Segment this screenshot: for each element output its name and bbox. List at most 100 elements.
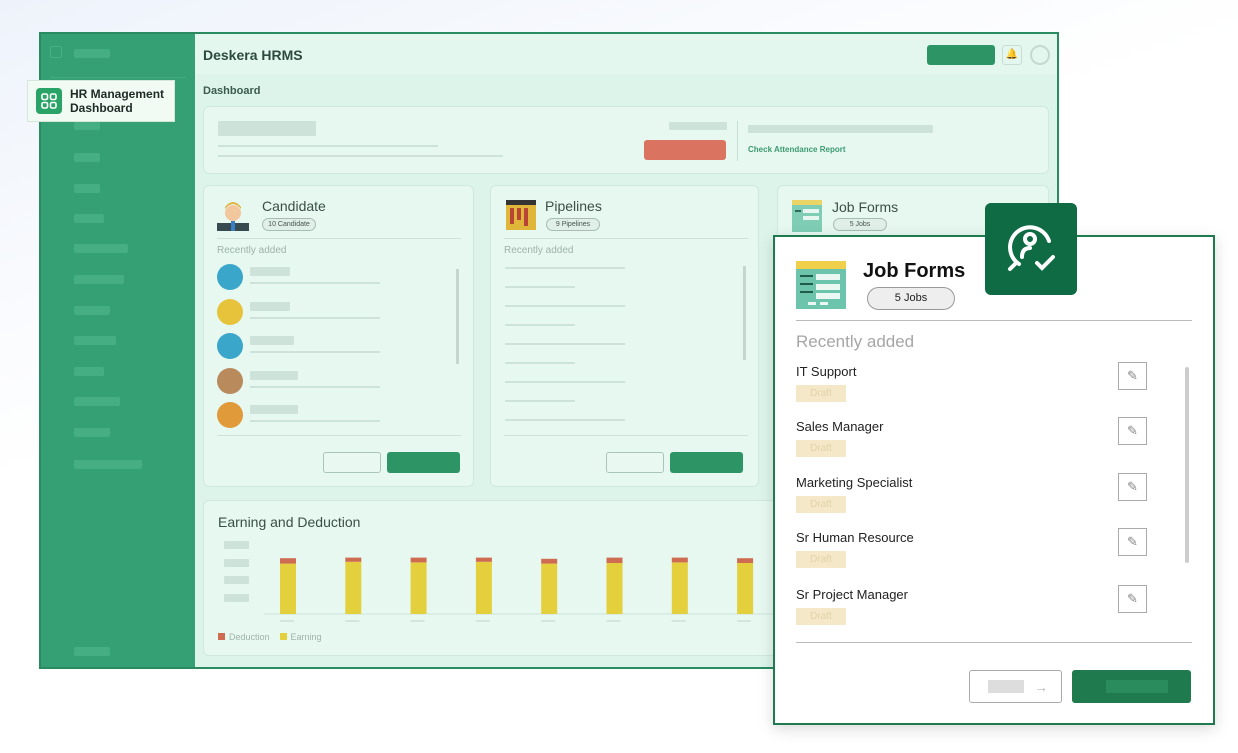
job-forms-title: Job Forms (832, 199, 899, 215)
hr-management-dashboard-badge: HR Management Dashboard (27, 80, 175, 122)
x-tick-label (345, 620, 360, 622)
pencil-icon: ✎ (1127, 423, 1138, 438)
sidebar-item[interactable] (74, 153, 100, 162)
sidebar-item[interactable] (74, 367, 104, 376)
x-tick-label (280, 620, 294, 622)
pipeline-row[interactable] (505, 324, 575, 326)
candidate-avatar[interactable] (217, 333, 243, 359)
job-form-name: Marketing Specialist (796, 475, 913, 490)
bell-icon[interactable]: 🔔 (1002, 45, 1022, 65)
candidate-avatar[interactable] (217, 402, 243, 428)
status-badge: Draft (796, 608, 846, 625)
candidate-avatar[interactable] (217, 264, 243, 290)
create-job-form-button[interactable] (1072, 670, 1191, 703)
attendance-card: Check Attendance Report (203, 106, 1049, 174)
pipeline-row[interactable] (505, 400, 575, 402)
check-in-button[interactable] (644, 140, 726, 160)
earning-bar (541, 563, 558, 614)
candidate-verify-icon (985, 203, 1077, 295)
job-forms-title: Job Forms (863, 260, 966, 282)
status-badge: Draft (796, 385, 846, 402)
x-tick-label (475, 620, 490, 622)
pipeline-row[interactable] (505, 362, 575, 364)
sidebar-item[interactable] (74, 397, 120, 406)
job-forms-popup: Job Forms 5 Jobs Recently added IT Suppo… (773, 235, 1215, 725)
arrow-right-icon: → (1034, 678, 1048, 695)
job-form-name: IT Support (796, 364, 857, 379)
deduction-bar (737, 558, 754, 563)
view-all-button[interactable] (606, 452, 664, 473)
recently-added-label: Recently added (504, 245, 574, 256)
pipelines-card: Pipelines 9 Pipelines Recently added (490, 185, 759, 487)
candidate-card: Candidate 10 Candidate Recently added (203, 185, 474, 487)
sidebar-item[interactable] (74, 336, 116, 345)
earning-bar (737, 563, 754, 614)
edit-button[interactable]: ✎ (1118, 362, 1147, 390)
scrollbar[interactable] (1185, 367, 1189, 563)
job-forms-count-badge: 5 Jobs (833, 218, 887, 231)
sidebar-item[interactable] (74, 275, 124, 284)
x-tick-label (737, 620, 752, 622)
earning-bar (410, 562, 427, 614)
x-tick-label (671, 620, 686, 622)
edit-button[interactable]: ✎ (1118, 528, 1147, 556)
sidebar-item[interactable] (74, 306, 110, 315)
deduction-bar (541, 558, 558, 564)
pipeline-row[interactable] (505, 381, 625, 383)
user-avatar-icon[interactable] (1030, 45, 1050, 65)
view-all-button[interactable]: → (969, 670, 1062, 703)
deduction-bar (410, 557, 427, 563)
sidebar-item[interactable] (74, 214, 104, 223)
candidate-avatar-icon (217, 199, 249, 231)
check-attendance-report-link[interactable]: Check Attendance Report (748, 145, 846, 154)
scrollbar[interactable] (743, 266, 746, 360)
deduction-bar (671, 557, 688, 563)
earning-bar (671, 562, 688, 614)
recently-added-label: Recently added (217, 245, 287, 256)
chart-title: Earning and Deduction (218, 514, 361, 530)
scrollbar[interactable] (456, 269, 459, 364)
deduction-bar (280, 558, 296, 564)
pipeline-row[interactable] (505, 305, 625, 307)
sidebar-item[interactable] (74, 184, 100, 193)
legend-earning: Earning (279, 632, 322, 642)
job-form-icon (796, 261, 846, 309)
recently-added-label: Recently added (796, 332, 915, 351)
sidebar-item[interactable] (74, 244, 128, 253)
pencil-icon: ✎ (1127, 368, 1138, 383)
earning-bar (475, 561, 492, 614)
add-candidate-button[interactable] (387, 452, 460, 473)
edit-button[interactable]: ✎ (1118, 417, 1147, 445)
sidebar-item[interactable] (74, 460, 142, 469)
x-tick-label (606, 620, 621, 622)
sidebar-item[interactable] (74, 121, 100, 130)
grid-icon (36, 88, 62, 114)
x-tick-label (541, 620, 556, 622)
earning-bar (345, 561, 362, 614)
pipeline-board-icon (506, 200, 536, 230)
job-form-name: Sr Human Resource (796, 530, 914, 545)
view-all-button[interactable] (323, 452, 381, 473)
primary-header-button[interactable] (927, 45, 995, 65)
pipeline-row[interactable] (505, 343, 625, 345)
candidate-avatar[interactable] (217, 298, 243, 325)
pipelines-title: Pipelines (545, 198, 602, 214)
badge-label: HR Management (70, 87, 165, 101)
badge-label: Dashboard (70, 101, 133, 115)
legend-deduction: Deduction (218, 632, 270, 642)
edit-button[interactable]: ✎ (1118, 473, 1147, 501)
breadcrumb: Dashboard (203, 85, 261, 97)
status-badge: Draft (796, 496, 846, 513)
sidebar-item[interactable] (74, 428, 110, 437)
x-tick-label (410, 620, 425, 622)
pipeline-row[interactable] (505, 286, 575, 288)
candidate-avatar[interactable] (217, 367, 243, 394)
pencil-icon: ✎ (1127, 591, 1138, 606)
add-pipeline-button[interactable] (670, 452, 743, 473)
pipeline-row[interactable] (505, 419, 625, 421)
pipeline-row[interactable] (505, 267, 625, 269)
edit-button[interactable]: ✎ (1118, 585, 1147, 613)
deduction-bar (606, 557, 623, 563)
status-badge: Draft (796, 440, 846, 457)
candidate-title: Candidate (262, 198, 326, 214)
